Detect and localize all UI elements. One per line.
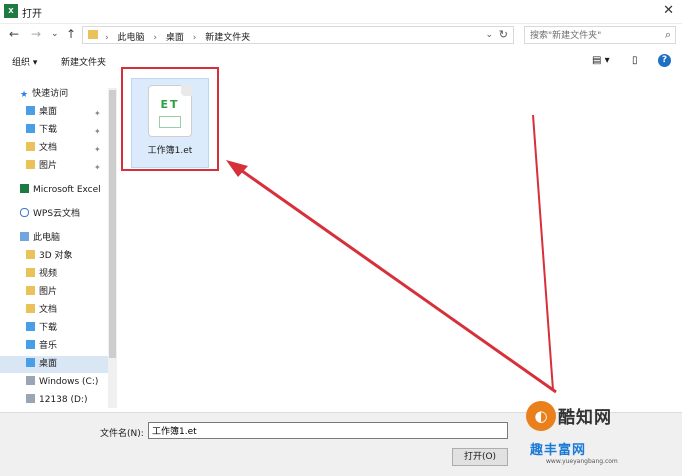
sidebar-item-wps-cloud[interactable]: WPS云文档 (20, 206, 80, 223)
sidebar-item-pictures[interactable]: 图片 (26, 284, 57, 301)
refresh-icon[interactable]: ↻ (499, 28, 508, 41)
open-button[interactable]: 打开(O) (452, 448, 508, 466)
pin-icon: ✦ (94, 109, 101, 118)
sidebar-item-desktop[interactable]: 桌面 (0, 356, 108, 373)
cloud-icon (20, 208, 29, 217)
preview-pane-icon[interactable]: ▯ (632, 55, 638, 66)
watermark-url: www.yueyangbang.com (546, 458, 618, 465)
sidebar-item-documents[interactable]: 文档 (26, 302, 57, 319)
sidebar-item-drive-d[interactable]: 12138 (D:) (26, 392, 87, 409)
pictures-folder-icon (26, 286, 35, 295)
sidebar-item-windows-c[interactable]: Windows (C:) (26, 374, 98, 391)
sidebar-item-microsoft-excel[interactable]: Microsoft Excel (20, 182, 101, 199)
breadcrumb-this-pc[interactable]: 此电脑 (117, 33, 144, 43)
sidebar-item-downloads[interactable]: 下载 (26, 320, 57, 337)
filename-label: 文件名(N): (100, 429, 144, 439)
watermark-site: 趣丰富网 (530, 443, 587, 458)
navigation-bar: ← → ⌄ ↑ › 此电脑 › 桌面 › 新建文件夹 ⌄ ↻ ⌕ (0, 24, 682, 46)
pin-icon: ✦ (94, 145, 101, 154)
pin-icon: ✦ (94, 163, 101, 172)
breadcrumb: › 此电脑 › 桌面 › 新建文件夹 (105, 33, 251, 43)
sidebar-item-documents-pinned[interactable]: 文档 (26, 140, 57, 157)
sidebar-item-3d-objects[interactable]: 3D 对象 (26, 248, 73, 265)
excel-icon (20, 184, 29, 193)
sidebar-item-downloads-pinned[interactable]: 下载 (26, 122, 57, 139)
sidebar-item-videos[interactable]: 视频 (26, 266, 57, 283)
sidebar-item-quick-access[interactable]: ★ 快速访问 (20, 86, 68, 103)
downloads-folder-icon (26, 124, 35, 133)
view-options-icon[interactable]: ▤ ▾ (592, 55, 610, 66)
3d-objects-icon (26, 250, 35, 259)
breadcrumb-desktop[interactable]: 桌面 (166, 33, 184, 43)
sidebar-item-this-pc[interactable]: 此电脑 (20, 230, 60, 247)
window-title: 打开 (22, 9, 42, 20)
music-folder-icon (26, 340, 35, 349)
back-icon[interactable]: ← (9, 27, 19, 41)
desktop-folder-icon (26, 106, 35, 115)
watermark-logo-icon: ◐ (526, 401, 556, 431)
computer-icon (20, 232, 29, 241)
documents-folder-icon (26, 304, 35, 313)
search-input[interactable] (528, 28, 660, 44)
forward-icon[interactable]: → (31, 27, 41, 41)
highlight-box (121, 67, 219, 171)
sidebar-item-pictures-pinned[interactable]: 图片 (26, 158, 57, 175)
address-bar[interactable]: › 此电脑 › 桌面 › 新建文件夹 ⌄ ↻ (82, 26, 514, 44)
drive-icon (26, 394, 35, 403)
recent-locations-icon[interactable]: ⌄ (51, 29, 59, 39)
watermark: ◐ 酷知网 趣丰富网 www.yueyangbang.com (516, 397, 680, 471)
new-folder-button[interactable]: 新建文件夹 (61, 55, 106, 68)
sidebar-item-music[interactable]: 音乐 (26, 338, 57, 355)
star-icon: ★ (20, 90, 29, 100)
pin-icon: ✦ (94, 127, 101, 136)
desktop-folder-icon (26, 358, 35, 367)
toolbar: 组织 ▾ 新建文件夹 ▤ ▾ ▯ ? (0, 50, 682, 74)
downloads-folder-icon (26, 322, 35, 331)
excel-app-icon: X (4, 4, 18, 18)
title-bar: X 打开 ✕ (0, 0, 682, 24)
address-dropdown-icon[interactable]: ⌄ (485, 30, 493, 40)
folder-icon (88, 30, 98, 39)
search-icon[interactable]: ⌕ (665, 28, 671, 42)
close-icon[interactable]: ✕ (663, 3, 674, 18)
sidebar-item-desktop-pinned[interactable]: 桌面 (26, 104, 57, 121)
breadcrumb-new-folder[interactable]: 新建文件夹 (205, 33, 250, 43)
help-icon[interactable]: ? (658, 54, 671, 67)
watermark-brand: 酷知网 (558, 408, 612, 428)
up-folder-icon[interactable]: ↑ (66, 27, 76, 41)
pictures-folder-icon (26, 160, 35, 169)
documents-folder-icon (26, 142, 35, 151)
navigation-pane: ★ 快速访问 桌面 ✦ 下载 ✦ 文档 ✦ 图片 ✦ Microsoft Exce… (0, 80, 118, 410)
video-folder-icon (26, 268, 35, 277)
filename-field[interactable] (148, 422, 508, 439)
drive-icon (26, 376, 35, 385)
organize-button[interactable]: 组织 ▾ (12, 55, 37, 68)
search-box[interactable]: ⌕ (524, 26, 676, 44)
